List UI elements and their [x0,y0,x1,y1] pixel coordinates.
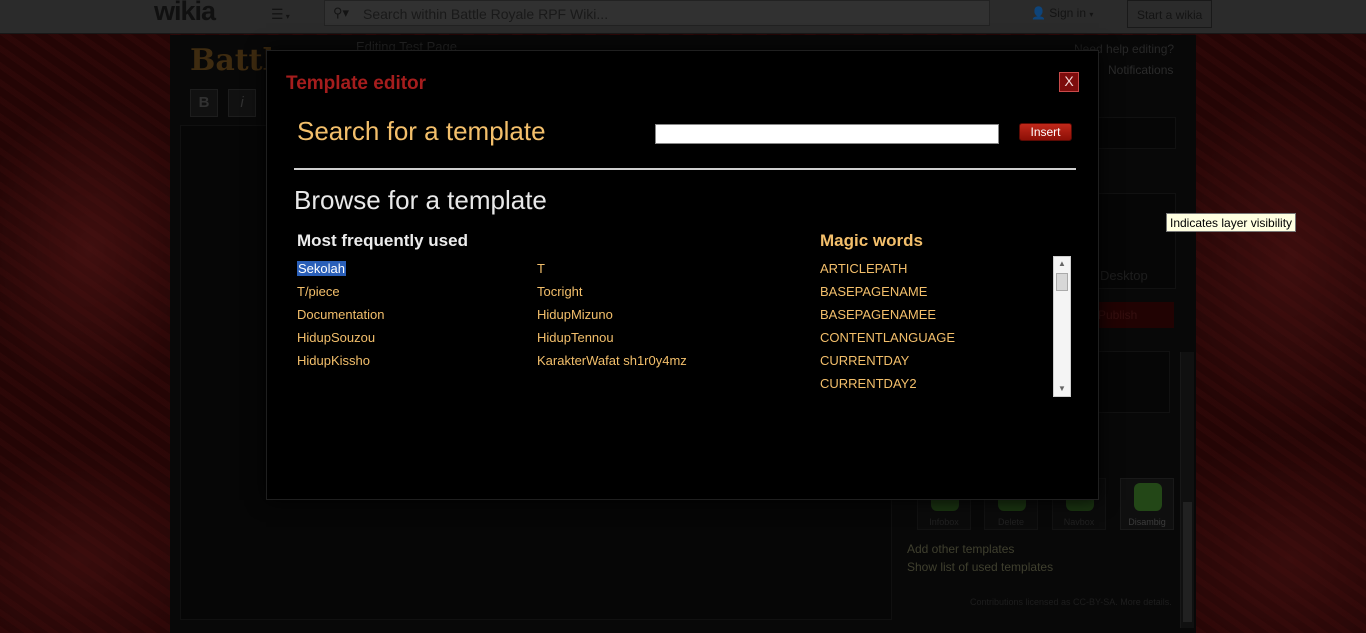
scroll-up-arrow-icon[interactable]: ▲ [1054,257,1070,271]
magic-words-scrollbar[interactable]: ▲ ▼ [1053,256,1071,397]
template-link-t-piece[interactable]: T/piece [297,284,340,299]
template-link-hiduptennou[interactable]: HidupTennou [537,330,614,345]
close-button[interactable]: X [1059,72,1079,92]
scroll-down-arrow-icon[interactable]: ▼ [1054,382,1070,396]
magic-word-item[interactable]: CURRENTDAY [820,353,909,368]
template-link-hidupmizuno[interactable]: HidupMizuno [537,307,613,322]
template-link-hidupsouzou[interactable]: HidupSouzou [297,330,375,345]
magic-word-item[interactable]: CURRENTDAY2 [820,376,917,391]
magic-word-item[interactable]: CONTENTLANGUAGE [820,330,955,345]
magic-word-item[interactable]: BASEPAGENAMEE [820,307,936,322]
search-template-heading: Search for a template [297,116,546,146]
layer-visibility-tooltip: Indicates layer visibility [1166,213,1297,232]
template-link-hidupkissho[interactable]: HidupKissho [297,353,370,368]
magic-word-item[interactable]: BASEPAGENAME [820,284,927,299]
browse-template-heading: Browse for a template [294,185,547,215]
template-link-t[interactable]: T [537,261,545,276]
template-link-karakterwafat[interactable]: KarakterWafat sh1r0y4mz [537,353,687,368]
template-search-input[interactable] [655,124,999,144]
insert-button[interactable]: Insert [1019,123,1072,141]
section-divider [294,168,1076,170]
most-used-heading: Most frequently used [297,231,468,250]
dialog-title: Template editor [286,73,427,94]
template-link-documentation[interactable]: Documentation [297,307,384,322]
magic-words-heading: Magic words [820,231,923,250]
template-link-sekolah[interactable]: Sekolah [297,261,346,276]
magic-words-scrollbar-thumb[interactable] [1056,273,1068,291]
template-link-tocright[interactable]: Tocright [537,284,583,299]
magic-word-item[interactable]: ARTICLEPATH [820,261,907,276]
template-editor-dialog: Template editor X Search for a template … [266,50,1099,500]
